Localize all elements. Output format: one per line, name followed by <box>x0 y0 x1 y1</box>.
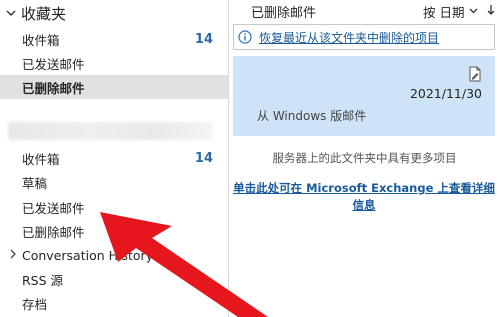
sort-label: 按 日期 <box>423 4 465 20</box>
info-icon <box>237 30 253 44</box>
unread-count: 14 <box>194 150 213 166</box>
account-item-drafts[interactable]: 草稿 <box>0 170 228 194</box>
account-item-archive[interactable]: 存档 <box>0 291 228 315</box>
folder-label: Conversation History <box>22 247 154 263</box>
account-item-sent[interactable]: 已发送邮件 <box>0 195 228 219</box>
draft-icon <box>468 66 482 82</box>
restore-deleted-items-link[interactable]: 恢复最近从该文件夹中删除的项目 <box>259 29 439 46</box>
server-items-note: 服务器上的此文件夹中具有更多项目 <box>272 151 457 165</box>
favorites-item-deleted[interactable]: 已删除邮件 <box>0 75 228 99</box>
favorites-header-label: 收藏夹 <box>21 4 67 23</box>
chevron-right-icon[interactable] <box>10 249 16 262</box>
account-item-inbox[interactable]: 收件箱 14 <box>0 146 228 170</box>
favorites-header[interactable]: 收藏夹 <box>0 0 228 26</box>
folder-label: 已删除邮件 <box>22 80 85 96</box>
account-item-rss[interactable]: RSS 源 <box>0 267 228 291</box>
message-item[interactable]: 2021/11/30 从 Windows 版邮件 <box>233 56 495 136</box>
message-list-pane: 已删除邮件 按 日期 恢复最近从该文件夹中删除的项目 2021/11/30 从 … <box>229 0 500 317</box>
folder-label: 收件箱 <box>22 151 60 167</box>
folder-label: 已发送邮件 <box>22 56 85 72</box>
folder-label: RSS 源 <box>22 272 64 288</box>
account-item-conversation-history[interactable]: Conversation History <box>0 243 228 267</box>
message-preview: 从 Windows 版邮件 <box>257 109 367 123</box>
sort-dropdown[interactable]: 按 日期 <box>423 2 478 21</box>
folder-title: 已删除邮件 <box>251 5 317 21</box>
outlook-window: 收藏夹 收件箱 14 已发送邮件 已删除邮件 收件箱 14 草稿 已发送邮件 已… <box>0 0 500 317</box>
restore-banner: 恢复最近从该文件夹中删除的项目 <box>233 24 495 50</box>
folder-label: 草稿 <box>22 175 48 191</box>
folder-label: 收件箱 <box>22 32 60 48</box>
favorites-item-inbox[interactable]: 收件箱 14 <box>0 27 228 51</box>
account-name-blurred[interactable] <box>8 122 213 140</box>
folder-label: 已删除邮件 <box>22 224 85 240</box>
folder-label: 已发送邮件 <box>22 200 85 216</box>
folder-label: 存档 <box>22 296 48 312</box>
view-on-exchange-link[interactable]: 单击此处可在 Microsoft Exchange 上查看详细信息 <box>233 180 495 214</box>
unread-count: 14 <box>194 31 213 47</box>
chevron-down-icon[interactable] <box>4 10 18 17</box>
message-date: 2021/11/30 <box>409 86 482 101</box>
arrow-down-icon[interactable] <box>487 4 495 19</box>
account-item-deleted[interactable]: 已删除邮件 <box>0 219 228 243</box>
favorites-item-sent[interactable]: 已发送邮件 <box>0 51 228 75</box>
chevron-down-icon <box>469 6 478 17</box>
list-header: 已删除邮件 按 日期 <box>229 0 500 22</box>
folder-pane: 收藏夹 收件箱 14 已发送邮件 已删除邮件 收件箱 14 草稿 已发送邮件 已… <box>0 0 229 317</box>
